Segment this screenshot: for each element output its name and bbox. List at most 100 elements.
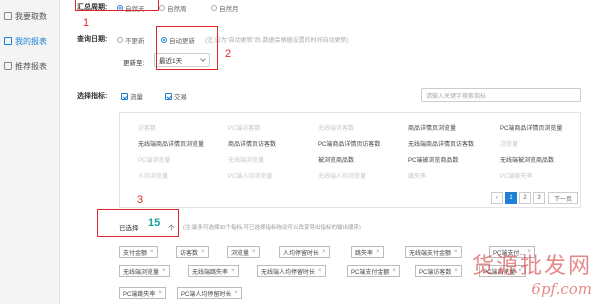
metric-item[interactable]: 访客数 [138, 123, 156, 132]
selected-tag[interactable]: 支付金额 × [119, 246, 158, 258]
annotation-number-1: 1 [83, 17, 90, 29]
tag-label: 人均停留时长 [283, 250, 320, 257]
watermark: 货源批发网 6pf.com [472, 248, 592, 298]
checkbox-label: 流量 [130, 94, 143, 101]
summary-radio-month[interactable]: 自然月 [211, 3, 239, 13]
radio-dot [159, 5, 165, 11]
query-date-hint: (注:设为"自动更新"后,数据会根据设置的时间自动更新) [205, 38, 349, 44]
annotation-box-1 [75, 0, 159, 11]
tag-label: PC端人均停留时长 [181, 291, 232, 298]
checkbox-trade[interactable]: 交易 [165, 91, 187, 101]
query-date-label: 查询日期: [77, 36, 108, 43]
metric-item[interactable]: 无线端商品详情页访客数 [408, 139, 474, 148]
close-icon[interactable]: × [392, 268, 396, 274]
tag-label: 无线端支付金额 [409, 250, 452, 257]
sidebar-item-my-data[interactable]: 我要取数 [0, 6, 60, 26]
close-icon[interactable]: × [322, 249, 326, 255]
selected-tag[interactable]: 无线端浏览量 × [119, 265, 170, 277]
metric-item[interactable]: 商品详情页访客数 [228, 139, 276, 148]
sidebar-item-label: 我的报表 [15, 36, 47, 46]
selected-tag[interactable]: 无线端支付金额 × [405, 246, 462, 258]
pager-prev-button[interactable]: ‹ [491, 192, 503, 204]
tag-label: 无线端跳失率 [192, 269, 229, 276]
pager-page-1[interactable]: 1 [505, 192, 517, 204]
sidebar-item-recommended[interactable]: 推荐报表 [0, 56, 60, 76]
checkbox-traffic[interactable]: 流量 [121, 91, 143, 101]
sidebar-item-label: 推荐报表 [15, 61, 47, 71]
metric-item[interactable]: PC端人均浏览量 [228, 171, 272, 180]
pager-next-button[interactable]: 下一页 [548, 192, 578, 204]
close-icon[interactable]: × [201, 249, 205, 255]
metric-item[interactable]: 无线端人均浏览量 [318, 171, 366, 180]
radio-label: 自然月 [219, 6, 239, 13]
metric-search-input[interactable]: 请输入关键字搜索指标 [421, 88, 581, 102]
close-icon[interactable]: × [252, 249, 256, 255]
selected-tag[interactable]: PC端跳失率 × [119, 287, 166, 299]
metric-item[interactable]: PC端商品详情页访客数 [318, 139, 380, 148]
checkbox-icon [121, 92, 128, 100]
metric-item[interactable]: 无线端被浏览商品数 [500, 155, 554, 164]
tag-label: 无线端人均停留时长 [261, 269, 316, 276]
tag-label: 跳失率 [355, 250, 374, 257]
metric-item[interactable]: PC端跳失率 [500, 171, 532, 180]
pager-page-2[interactable]: 2 [519, 192, 531, 204]
update-to-label: 更新至: [123, 60, 145, 67]
pager-page-3[interactable]: 3 [533, 192, 545, 204]
selected-note: (注:最多可选择30个指标,可已选择指标拖动可以改变导出指标的输出顺序) [183, 225, 361, 231]
summary-radio-week[interactable]: 自然周 [159, 3, 187, 13]
annotation-number-2: 2 [225, 48, 232, 60]
close-icon[interactable]: × [376, 249, 380, 255]
selected-tag[interactable]: PC端人均停留时长 × [177, 287, 242, 299]
watermark-title: 货源批发网 [471, 254, 592, 279]
checkbox-icon [165, 92, 172, 100]
tag-label: 浏览量 [231, 250, 250, 257]
report-icon [4, 37, 12, 45]
close-icon[interactable]: × [234, 290, 238, 296]
selected-tag[interactable]: PC端支付金额 × [347, 265, 400, 277]
metric-item[interactable]: 浏览量 [500, 139, 518, 148]
selected-unit: 个 [168, 225, 175, 232]
close-icon[interactable]: × [158, 290, 162, 296]
close-icon[interactable]: × [150, 249, 154, 255]
tag-label: PC端支付金额 [351, 269, 390, 276]
main-content: 汇总周期: 自然天 自然周 自然月 1 查询日期: 不更新 自动更新 (注:设为… [61, 0, 600, 304]
radio-label: 不更新 [125, 38, 145, 45]
close-icon[interactable]: × [231, 268, 235, 274]
sidebar-item-my-reports[interactable]: 我的报表 [0, 31, 60, 51]
metric-item[interactable]: PC端访客数 [228, 123, 260, 132]
query-radio-no-update[interactable]: 不更新 [117, 35, 145, 45]
close-icon[interactable]: × [318, 268, 322, 274]
metric-item[interactable]: 跳失率 [408, 171, 426, 180]
selected-tag[interactable]: PC端访客数 × [415, 265, 462, 277]
selected-count: 15 [148, 217, 161, 229]
metric-item[interactable]: 人均浏览量 [138, 171, 168, 180]
radio-dot [211, 5, 217, 11]
metric-item[interactable]: PC端商品详情页浏览量 [500, 123, 562, 132]
metric-item[interactable]: 无线端浏览量 [228, 155, 264, 164]
metric-item[interactable]: 被浏览商品数 [318, 155, 354, 164]
selected-tag[interactable]: 跳失率 × [351, 246, 384, 258]
metric-item[interactable]: 无线端商品详情页浏览量 [138, 139, 204, 148]
metric-item[interactable]: PC端浏览量 [138, 155, 170, 164]
selected-tag[interactable]: 无线端人均停留时长 × [257, 265, 326, 277]
metric-item[interactable]: 无线端访客数 [318, 123, 354, 132]
metric-item[interactable]: PC端被浏览商品数 [408, 155, 458, 164]
radio-label: 自然周 [167, 6, 187, 13]
annotation-number-3: 3 [137, 194, 144, 206]
radio-dot [117, 37, 123, 43]
close-icon[interactable]: × [454, 268, 458, 274]
metric-item[interactable]: 商品详情页浏览量 [408, 123, 456, 132]
selected-tag[interactable]: 浏览量 × [227, 246, 260, 258]
watermark-url: 6pf.com [531, 280, 592, 298]
tag-label: PC端访客数 [419, 269, 452, 276]
selected-tag[interactable]: 无线端跳失率 × [188, 265, 239, 277]
close-icon[interactable]: × [162, 268, 166, 274]
tag-label: PC端跳失率 [123, 291, 156, 298]
selected-tag[interactable]: 访客数 × [176, 246, 209, 258]
metrics-label: 选择指标: [77, 93, 108, 100]
sidebar: 我要取数 我的报表 推荐报表 [0, 0, 60, 304]
close-icon[interactable]: × [454, 249, 458, 255]
search-placeholder: 请输入关键字搜索指标 [426, 93, 487, 100]
selected-tag[interactable]: 人均停留时长 × [279, 246, 330, 258]
chevron-left-icon: ‹ [496, 195, 498, 201]
